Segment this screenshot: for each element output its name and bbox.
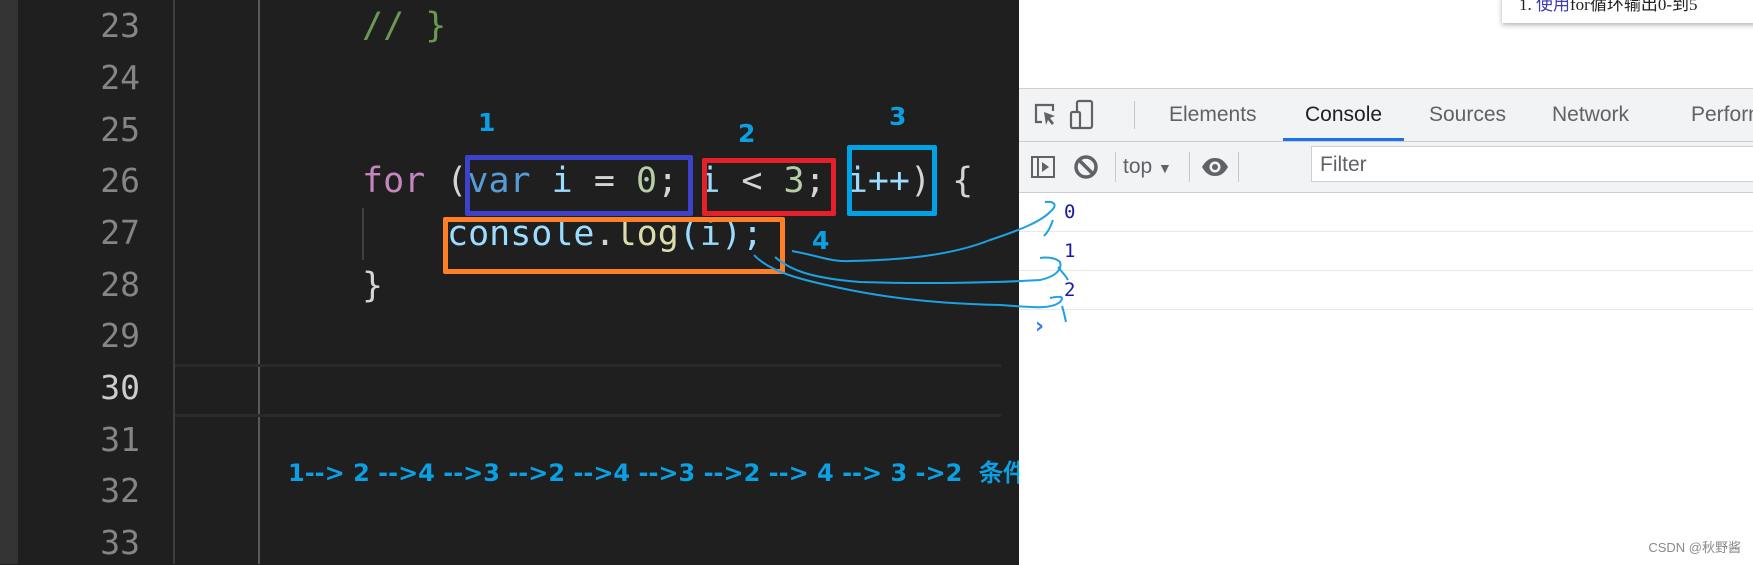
toolbar-separator (1134, 101, 1135, 129)
show-sidebar-icon[interactable] (1029, 152, 1057, 182)
annotation-label-1: 1 (478, 108, 496, 137)
card-text: for循环输出0-到5 (1570, 0, 1698, 14)
console-value: 0 (1064, 201, 1076, 223)
toolbar-separator (1115, 152, 1116, 182)
annotation-box-condition (702, 158, 836, 216)
indent-guide (362, 208, 364, 260)
annotation-box-body (443, 217, 785, 274)
card-text-highlight: 使用 (1536, 0, 1570, 14)
device-toolbar-icon[interactable] (1067, 97, 1097, 133)
card-index: 1. (1519, 0, 1536, 14)
annotation-box-update (847, 145, 937, 216)
line-number-active: 30 (100, 368, 140, 407)
toolbar-separator (1238, 152, 1239, 182)
code-line-comment: // } (362, 6, 447, 46)
line-number: 31 (100, 420, 140, 459)
tab-sources[interactable]: Sources (1407, 89, 1528, 141)
line-number: 28 (100, 265, 140, 304)
page-heading-card: 1. 使用for循环输出0-到5 (1502, 0, 1753, 23)
keyword-for: for (362, 161, 426, 201)
console-toolbar: top ▼ Filter (1019, 142, 1753, 193)
tab-console[interactable]: Console (1283, 89, 1405, 141)
tab-elements[interactable]: Elements (1147, 89, 1279, 141)
console-prompt[interactable]: › (1035, 314, 1044, 339)
console-message: 1 (1019, 232, 1753, 271)
dropdown-arrow-icon: ▼ (1158, 160, 1172, 176)
console-message: 2 (1019, 271, 1753, 310)
tab-network[interactable]: Network (1530, 89, 1651, 141)
console-message: 0 (1019, 193, 1753, 232)
line-number: 27 (100, 213, 140, 252)
inspect-element-icon[interactable] (1031, 99, 1061, 131)
console-filter-input[interactable]: Filter (1311, 146, 1753, 182)
console-value: 2 (1064, 279, 1076, 301)
annotation-label-4: 4 (812, 226, 830, 255)
clear-console-icon[interactable] (1071, 152, 1101, 182)
line-number: 32 (100, 471, 140, 510)
activity-bar-edge (0, 0, 18, 564)
console-value: 1 (1064, 240, 1076, 262)
toolbar-separator (1189, 152, 1190, 182)
annotation-label-2: 2 (738, 119, 756, 148)
context-selector[interactable]: top ▼ (1123, 142, 1172, 192)
annotation-box-init (465, 155, 693, 216)
browser-page: 1. 使用for循环输出0-到5 (1019, 0, 1753, 88)
code-line-close-brace: } (362, 266, 384, 306)
line-number: 33 (100, 523, 140, 562)
line-number: 25 (100, 110, 140, 149)
line-number: 24 (100, 58, 140, 97)
indent-ruler (258, 0, 260, 564)
line-number: 23 (100, 6, 140, 45)
current-line-highlight (175, 364, 1001, 417)
flow-sequence: 1--> 2 -->4 -->3 -->2 -->4 -->3 -->2 -->… (288, 459, 980, 487)
line-number: 29 (100, 316, 140, 355)
tab-performance[interactable]: Perform (1669, 89, 1753, 141)
line-number: 26 (100, 161, 140, 200)
live-expression-eye-icon[interactable] (1199, 152, 1231, 182)
context-selector-value: top (1123, 155, 1153, 178)
annotation-label-3: 3 (889, 102, 907, 131)
watermark: CSDN @秋野酱 (1648, 540, 1741, 555)
devtools-tabbar: Elements Console Sources Network Perform (1019, 89, 1753, 142)
gutter-divider (173, 0, 175, 564)
devtools-panel: Elements Console Sources Network Perform… (1019, 88, 1753, 565)
